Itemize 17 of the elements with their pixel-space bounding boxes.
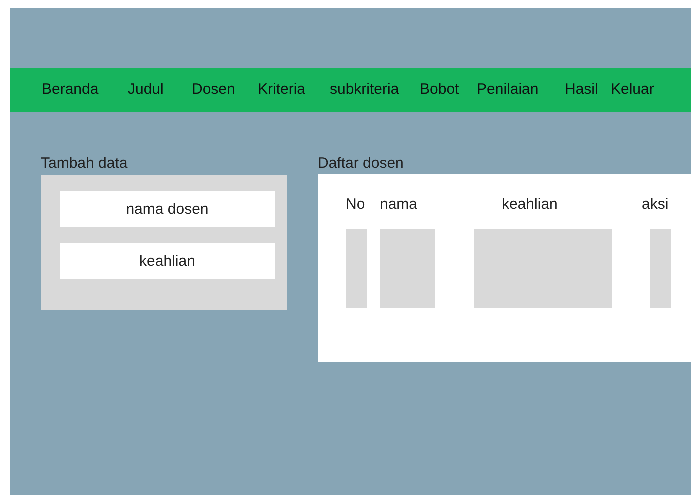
column-header: nama bbox=[380, 195, 418, 215]
column-header: No bbox=[346, 195, 366, 215]
nav-link[interactable]: Dosen bbox=[192, 78, 236, 102]
nav-link[interactable]: Hasil bbox=[565, 78, 598, 102]
nav-link[interactable]: Penilaian bbox=[477, 78, 539, 102]
nav-link[interactable]: Bobot bbox=[420, 78, 460, 102]
column-header: aksi bbox=[642, 195, 669, 215]
section-title: Tambah data bbox=[41, 154, 129, 174]
input-field[interactable]: nama dosen bbox=[60, 191, 275, 227]
nav-link[interactable]: Kriteria bbox=[258, 78, 306, 102]
nav-link[interactable]: Judul bbox=[128, 78, 164, 102]
nav-link[interactable]: Beranda bbox=[42, 78, 99, 102]
column-header: keahlian bbox=[502, 195, 558, 215]
section-title: Daftar dosen bbox=[318, 154, 405, 174]
nav-link[interactable]: subkriteria bbox=[330, 78, 400, 102]
input-field[interactable]: keahlian bbox=[60, 243, 275, 279]
nav-link[interactable]: Keluar bbox=[611, 78, 654, 102]
